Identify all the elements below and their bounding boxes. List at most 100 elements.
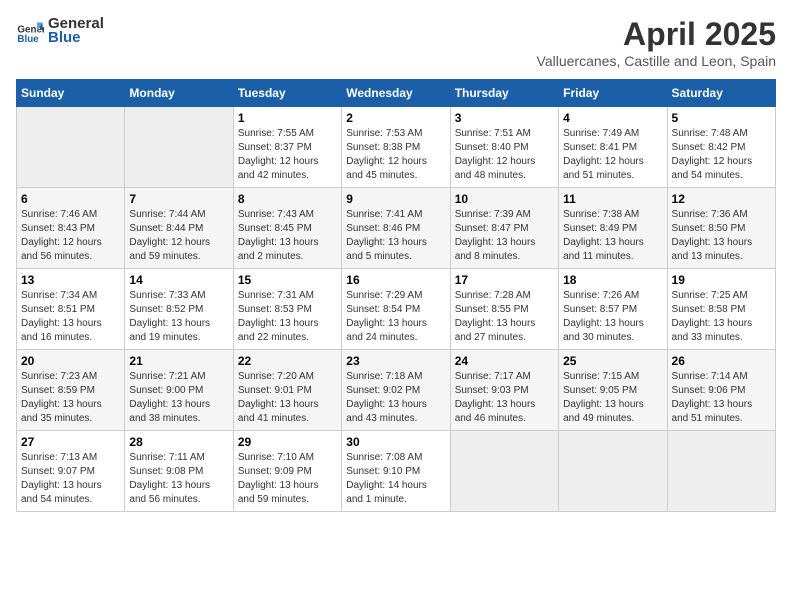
calendar-cell: 18Sunrise: 7:26 AM Sunset: 8:57 PM Dayli… — [559, 269, 667, 350]
day-number: 16 — [346, 273, 445, 287]
calendar-cell: 19 Sunrise: 7:25 AM Sunset: 8:58 PM Dayli… — [667, 269, 775, 350]
calendar-week-row: 27 Sunrise: 7:13 AM Sunset: 9:07 PM Dayli… — [17, 431, 776, 512]
day-number: 12 — [672, 192, 771, 206]
calendar-cell: 13 Sunrise: 7:34 AM Sunset: 8:51 PM Dayli… — [17, 269, 125, 350]
day-info: Sunrise: 7:39 AM Sunset: 8:47 PM Dayligh… — [455, 208, 554, 264]
day-info: Sunrise: 7:23 AM Sunset: 8:59 PM Dayligh… — [21, 370, 120, 426]
calendar-cell: 10Sunrise: 7:39 AM Sunset: 8:47 PM Dayli… — [450, 188, 558, 269]
day-info: Sunrise: 7:43 AM Sunset: 8:45 PM Dayligh… — [238, 208, 337, 264]
day-info: Sunrise: 7:14 AM Sunset: 9:06 PM Dayligh… — [672, 370, 771, 426]
calendar-cell: 24Sunrise: 7:17 AM Sunset: 9:03 PM Dayli… — [450, 350, 558, 431]
day-info: Sunrise: 7:46 AM Sunset: 8:43 PM Dayligh… — [21, 208, 120, 264]
calendar-cell — [17, 107, 125, 188]
calendar-cell: 8 Sunrise: 7:43 AM Sunset: 8:45 PM Daylig… — [233, 188, 341, 269]
calendar-cell: 30 Sunrise: 7:08 AM Sunset: 9:10 PM Dayli… — [342, 431, 450, 512]
calendar-cell: 21 Sunrise: 7:21 AM Sunset: 9:00 PM Dayli… — [125, 350, 233, 431]
logo-icon: General Blue — [16, 17, 44, 45]
calendar-cell: 7Sunrise: 7:44 AM Sunset: 8:44 PM Daylig… — [125, 188, 233, 269]
day-info: Sunrise: 7:49 AM Sunset: 8:41 PM Dayligh… — [563, 127, 662, 183]
header-row: Sunday Monday Tuesday Wednesday Thursday… — [17, 80, 776, 107]
logo: General Blue General Blue — [16, 16, 104, 46]
calendar-cell: 25 Sunrise: 7:15 AM Sunset: 9:05 PM Dayli… — [559, 350, 667, 431]
day-number: 22 — [238, 354, 337, 368]
calendar-cell: 5Sunrise: 7:48 AM Sunset: 8:42 PM Daylig… — [667, 107, 775, 188]
calendar-cell: 2Sunrise: 7:53 AM Sunset: 8:38 PM Daylig… — [342, 107, 450, 188]
calendar-cell: 6Sunrise: 7:46 AM Sunset: 8:43 PM Daylig… — [17, 188, 125, 269]
col-tuesday: Tuesday — [233, 80, 341, 107]
col-monday: Monday — [125, 80, 233, 107]
calendar-cell: 22 Sunrise: 7:20 AM Sunset: 9:01 PM Dayli… — [233, 350, 341, 431]
day-info: Sunrise: 7:28 AM Sunset: 8:55 PM Dayligh… — [455, 289, 554, 345]
day-info: Sunrise: 7:41 AM Sunset: 8:46 PM Dayligh… — [346, 208, 445, 264]
day-info: Sunrise: 7:08 AM Sunset: 9:10 PM Dayligh… — [346, 451, 445, 507]
day-number: 5 — [672, 111, 771, 125]
day-number: 26 — [672, 354, 771, 368]
calendar-cell: 26 Sunrise: 7:14 AM Sunset: 9:06 PM Dayli… — [667, 350, 775, 431]
day-number: 23 — [346, 354, 445, 368]
calendar-cell: 17 Sunrise: 7:28 AM Sunset: 8:55 PM Dayli… — [450, 269, 558, 350]
svg-text:Blue: Blue — [17, 34, 39, 45]
day-number: 7 — [129, 192, 228, 206]
calendar-cell: 14 Sunrise: 7:33 AM Sunset: 8:52 PM Dayli… — [125, 269, 233, 350]
day-info: Sunrise: 7:13 AM Sunset: 9:07 PM Dayligh… — [21, 451, 120, 507]
day-info: Sunrise: 7:21 AM Sunset: 9:00 PM Dayligh… — [129, 370, 228, 426]
day-info: Sunrise: 7:25 AM Sunset: 8:58 PM Dayligh… — [672, 289, 771, 345]
calendar-cell: 28 Sunrise: 7:11 AM Sunset: 9:08 PM Dayli… — [125, 431, 233, 512]
calendar-table: Sunday Monday Tuesday Wednesday Thursday… — [16, 79, 776, 512]
day-number: 27 — [21, 435, 120, 449]
calendar-cell: 12 Sunrise: 7:36 AM Sunset: 8:50 PM Dayli… — [667, 188, 775, 269]
main-title: April 2025 — [537, 16, 776, 53]
calendar-cell: 3Sunrise: 7:51 AM Sunset: 8:40 PM Daylig… — [450, 107, 558, 188]
day-number: 4 — [563, 111, 662, 125]
col-friday: Friday — [559, 80, 667, 107]
col-wednesday: Wednesday — [342, 80, 450, 107]
calendar-cell: 29 Sunrise: 7:10 AM Sunset: 9:09 PM Dayli… — [233, 431, 341, 512]
calendar-cell: 11 Sunrise: 7:38 AM Sunset: 8:49 PM Dayli… — [559, 188, 667, 269]
day-number: 8 — [238, 192, 337, 206]
calendar-week-row: 1Sunrise: 7:55 AM Sunset: 8:37 PM Daylig… — [17, 107, 776, 188]
calendar-cell: 27 Sunrise: 7:13 AM Sunset: 9:07 PM Dayli… — [17, 431, 125, 512]
day-info: Sunrise: 7:33 AM Sunset: 8:52 PM Dayligh… — [129, 289, 228, 345]
calendar-cell — [667, 431, 775, 512]
calendar-week-row: 6Sunrise: 7:46 AM Sunset: 8:43 PM Daylig… — [17, 188, 776, 269]
day-number: 11 — [563, 192, 662, 206]
day-number: 19 — [672, 273, 771, 287]
day-number: 25 — [563, 354, 662, 368]
day-info: Sunrise: 7:31 AM Sunset: 8:53 PM Dayligh… — [238, 289, 337, 345]
calendar-cell — [125, 107, 233, 188]
day-info: Sunrise: 7:38 AM Sunset: 8:49 PM Dayligh… — [563, 208, 662, 264]
day-number: 20 — [21, 354, 120, 368]
page-header: General Blue General Blue April 2025 Val… — [16, 16, 776, 69]
calendar-cell: 23Sunrise: 7:18 AM Sunset: 9:02 PM Dayli… — [342, 350, 450, 431]
day-info: Sunrise: 7:36 AM Sunset: 8:50 PM Dayligh… — [672, 208, 771, 264]
logo-blue-text: Blue — [48, 30, 104, 47]
day-number: 21 — [129, 354, 228, 368]
day-info: Sunrise: 7:15 AM Sunset: 9:05 PM Dayligh… — [563, 370, 662, 426]
calendar-cell: 9Sunrise: 7:41 AM Sunset: 8:46 PM Daylig… — [342, 188, 450, 269]
day-number: 15 — [238, 273, 337, 287]
calendar-cell: 20 Sunrise: 7:23 AM Sunset: 8:59 PM Dayli… — [17, 350, 125, 431]
day-number: 3 — [455, 111, 554, 125]
calendar-week-row: 20 Sunrise: 7:23 AM Sunset: 8:59 PM Dayli… — [17, 350, 776, 431]
day-info: Sunrise: 7:34 AM Sunset: 8:51 PM Dayligh… — [21, 289, 120, 345]
day-number: 30 — [346, 435, 445, 449]
calendar-cell: 4 Sunrise: 7:49 AM Sunset: 8:41 PM Daylig… — [559, 107, 667, 188]
day-number: 1 — [238, 111, 337, 125]
day-number: 17 — [455, 273, 554, 287]
calendar-cell: 16 Sunrise: 7:29 AM Sunset: 8:54 PM Dayli… — [342, 269, 450, 350]
day-number: 28 — [129, 435, 228, 449]
col-saturday: Saturday — [667, 80, 775, 107]
day-number: 13 — [21, 273, 120, 287]
day-info: Sunrise: 7:10 AM Sunset: 9:09 PM Dayligh… — [238, 451, 337, 507]
day-info: Sunrise: 7:20 AM Sunset: 9:01 PM Dayligh… — [238, 370, 337, 426]
day-info: Sunrise: 7:29 AM Sunset: 8:54 PM Dayligh… — [346, 289, 445, 345]
calendar-cell: 1Sunrise: 7:55 AM Sunset: 8:37 PM Daylig… — [233, 107, 341, 188]
subtitle: Valluercanes, Castille and Leon, Spain — [537, 53, 776, 69]
calendar-cell: 15 Sunrise: 7:31 AM Sunset: 8:53 PM Dayli… — [233, 269, 341, 350]
day-info: Sunrise: 7:53 AM Sunset: 8:38 PM Dayligh… — [346, 127, 445, 183]
title-area: April 2025 Valluercanes, Castille and Le… — [537, 16, 776, 69]
day-number: 29 — [238, 435, 337, 449]
day-info: Sunrise: 7:11 AM Sunset: 9:08 PM Dayligh… — [129, 451, 228, 507]
day-info: Sunrise: 7:26 AM Sunset: 8:57 PM Dayligh… — [563, 289, 662, 345]
day-number: 14 — [129, 273, 228, 287]
